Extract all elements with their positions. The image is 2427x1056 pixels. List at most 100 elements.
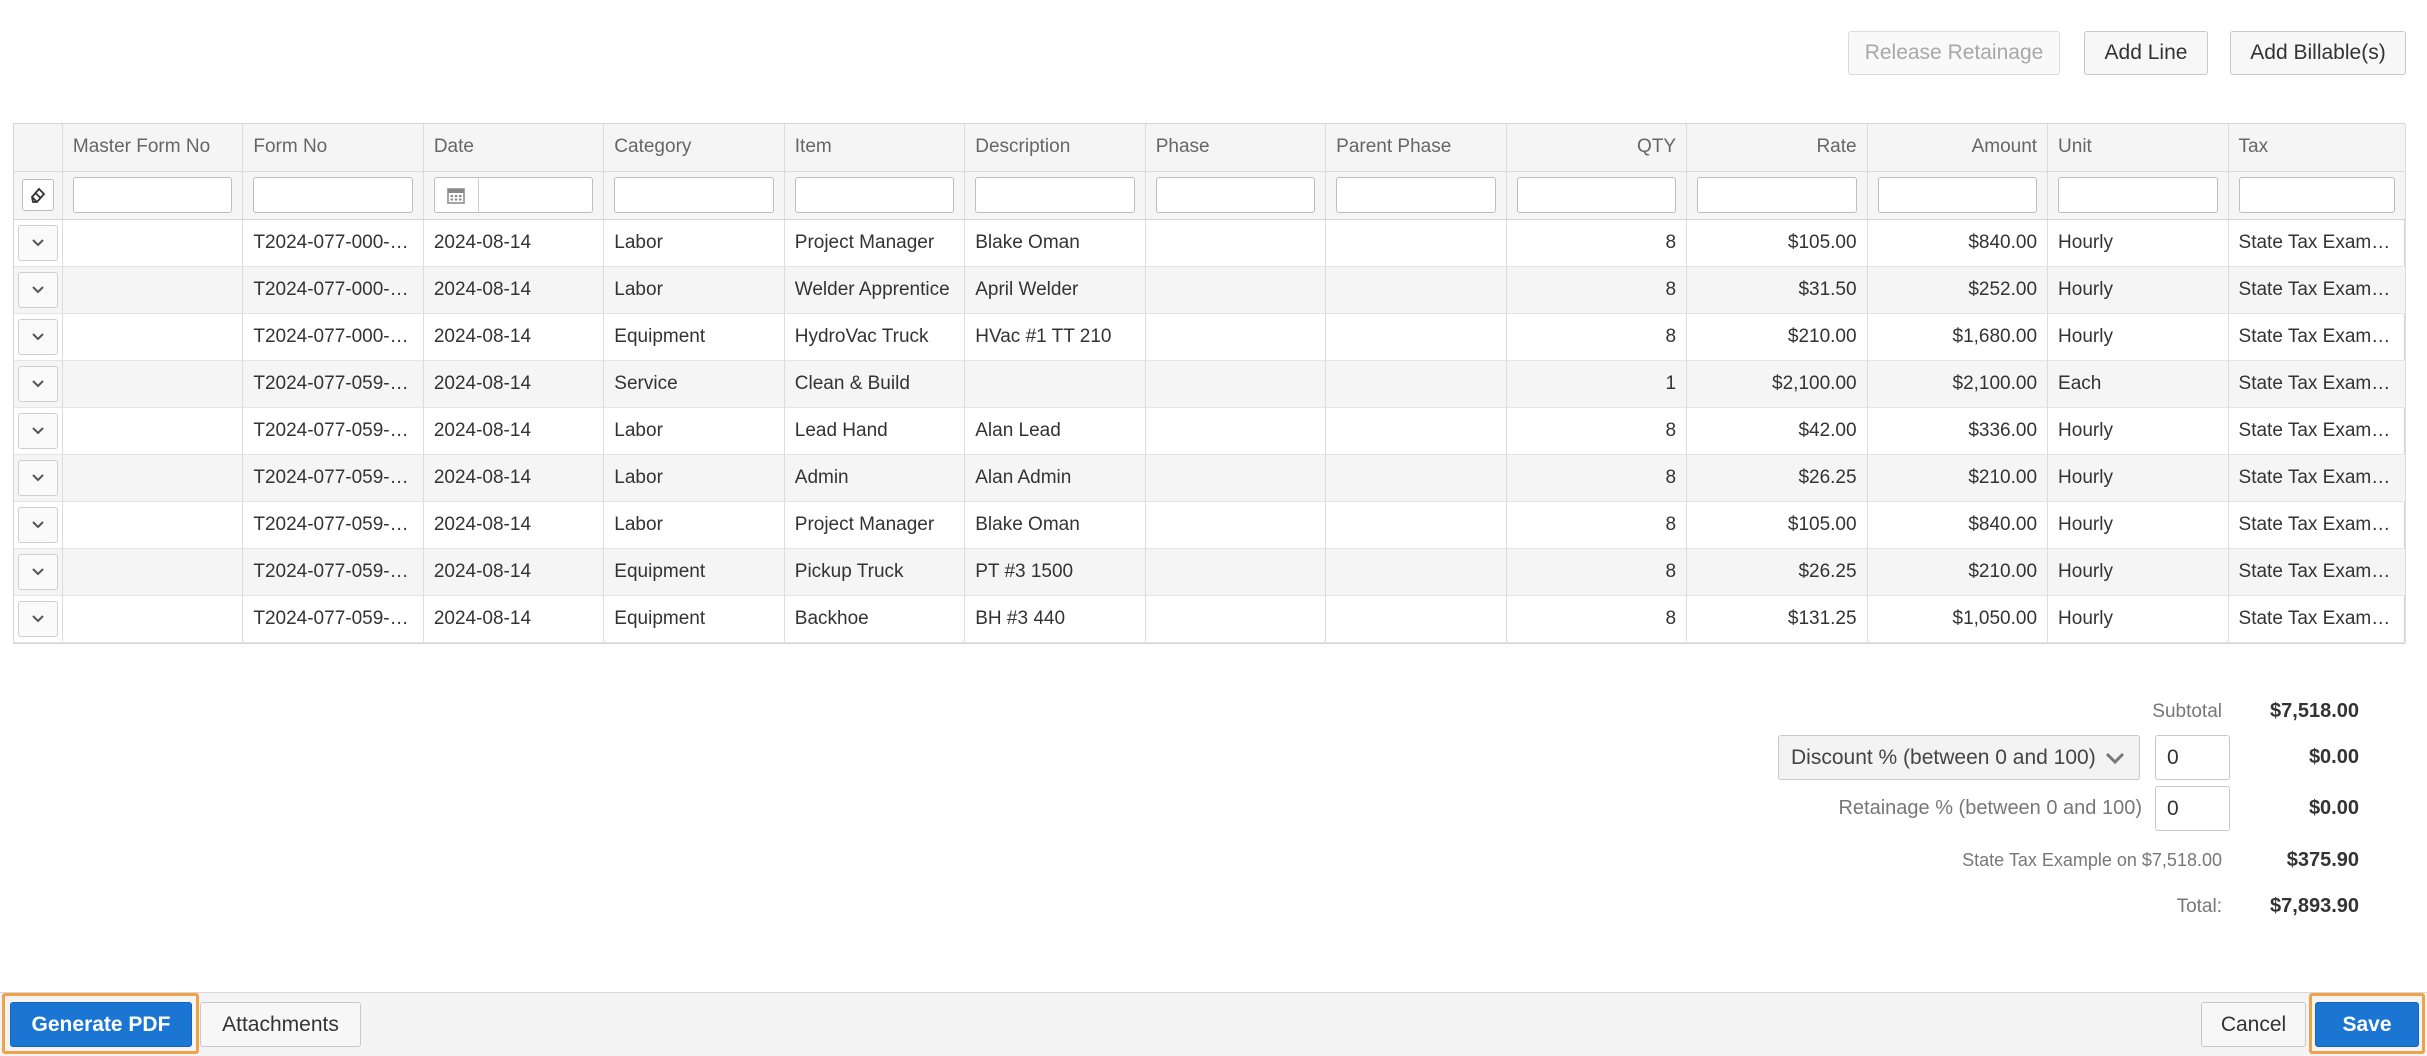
cell-category[interactable]: Equipment	[603, 595, 785, 643]
cell-unit[interactable]: Hourly	[2047, 454, 2229, 502]
cell-item[interactable]: Project Manager	[784, 501, 966, 549]
cell-description[interactable]: PT #3 1500	[964, 548, 1146, 596]
cell-parent-phase[interactable]	[1325, 595, 1507, 643]
cell-amount[interactable]: $840.00	[1867, 501, 2049, 549]
column-header-phase[interactable]: Phase	[1145, 124, 1327, 172]
cell-tax[interactable]: State Tax Example	[2228, 595, 2407, 643]
cell-item[interactable]: Admin	[784, 454, 966, 502]
cell-date[interactable]: 2024-08-14	[423, 407, 605, 455]
cell-unit[interactable]: Hourly	[2047, 548, 2229, 596]
clear-filters-button[interactable]	[21, 179, 54, 211]
save-button[interactable]: Save	[2315, 1002, 2419, 1047]
table-row[interactable]: T2024-077-059-002 2024-08-14 Labor Admin Ala…	[14, 454, 2407, 502]
generate-pdf-button[interactable]: Generate PDF	[10, 1002, 192, 1047]
column-header-form-no[interactable]: Form No	[242, 124, 424, 172]
cell-form-no[interactable]: T2024-077-059-002	[242, 501, 424, 549]
cell-parent-phase[interactable]	[1325, 548, 1507, 596]
cell-description[interactable]: Blake Oman	[964, 501, 1146, 549]
cell-phase[interactable]	[1145, 407, 1327, 455]
filter-parent-phase-input[interactable]	[1336, 177, 1496, 213]
cell-category[interactable]: Labor	[603, 219, 785, 267]
cell-item[interactable]: HydroVac Truck	[784, 313, 966, 361]
cell-phase[interactable]	[1145, 360, 1327, 408]
cell-amount[interactable]: $840.00	[1867, 219, 2049, 267]
cell-parent-phase[interactable]	[1325, 407, 1507, 455]
cell-parent-phase[interactable]	[1325, 219, 1507, 267]
cell-master-form-no[interactable]	[62, 595, 244, 643]
cell-rate[interactable]: $105.00	[1686, 501, 1868, 549]
cell-tax[interactable]: State Tax Example	[2228, 219, 2407, 267]
cell-rate[interactable]: $31.50	[1686, 266, 1868, 314]
cell-date[interactable]: 2024-08-14	[423, 501, 605, 549]
cell-item[interactable]: Welder Apprentice	[784, 266, 966, 314]
cell-item[interactable]: Project Manager	[784, 219, 966, 267]
row-expand-button[interactable]	[17, 224, 58, 261]
cell-master-form-no[interactable]	[62, 501, 244, 549]
column-header-date[interactable]: Date	[423, 124, 605, 172]
filter-item-input[interactable]	[794, 177, 955, 213]
cell-form-no[interactable]: T2024-077-059-002	[242, 548, 424, 596]
cell-category[interactable]: Labor	[603, 454, 785, 502]
cell-phase[interactable]	[1145, 266, 1327, 314]
row-expand-button[interactable]	[17, 271, 58, 308]
table-row[interactable]: T2024-077-000-001 2024-08-14 Labor Project …	[14, 219, 2407, 267]
attachments-button[interactable]: Attachments	[200, 1002, 361, 1047]
cell-phase[interactable]	[1145, 501, 1327, 549]
cell-unit[interactable]: Hourly	[2047, 219, 2229, 267]
cell-qty[interactable]: 8	[1506, 501, 1688, 549]
column-header-qty[interactable]: QTY	[1506, 124, 1688, 172]
cell-parent-phase[interactable]	[1325, 501, 1507, 549]
cell-parent-phase[interactable]	[1325, 313, 1507, 361]
cell-master-form-no[interactable]	[62, 219, 244, 267]
cell-amount[interactable]: $1,050.00	[1867, 595, 2049, 643]
row-expand-button[interactable]	[17, 506, 58, 543]
cell-category[interactable]: Labor	[603, 266, 785, 314]
cell-unit[interactable]: Hourly	[2047, 501, 2229, 549]
column-header-item[interactable]: Item	[784, 124, 966, 172]
cell-tax[interactable]: State Tax Example	[2228, 407, 2407, 455]
cell-form-no[interactable]: T2024-077-000-001	[242, 266, 424, 314]
cell-date[interactable]: 2024-08-14	[423, 595, 605, 643]
cell-rate[interactable]: $131.25	[1686, 595, 1868, 643]
column-header-tax[interactable]: Tax	[2228, 124, 2407, 172]
cell-category[interactable]: Service	[603, 360, 785, 408]
cell-qty[interactable]: 8	[1506, 407, 1688, 455]
cell-form-no[interactable]: T2024-077-059-002	[242, 407, 424, 455]
calendar-icon[interactable]	[435, 178, 479, 212]
cell-master-form-no[interactable]	[62, 313, 244, 361]
cell-item[interactable]: Backhoe	[784, 595, 966, 643]
cell-description[interactable]: Blake Oman	[964, 219, 1146, 267]
cell-qty[interactable]: 8	[1506, 313, 1688, 361]
cell-tax[interactable]: State Tax Example	[2228, 360, 2407, 408]
column-header-master-form-no[interactable]: Master Form No	[62, 124, 244, 172]
cell-date[interactable]: 2024-08-14	[423, 454, 605, 502]
cancel-button[interactable]: Cancel	[2201, 1002, 2306, 1047]
add-billables-button[interactable]: Add Billable(s)	[2230, 31, 2406, 75]
cell-phase[interactable]	[1145, 219, 1327, 267]
table-row[interactable]: T2024-077-000-001 2024-08-14 Labor Welder A…	[14, 266, 2407, 314]
filter-tax-input[interactable]	[2238, 177, 2395, 213]
row-expand-button[interactable]	[17, 318, 58, 355]
cell-unit[interactable]: Hourly	[2047, 407, 2229, 455]
filter-master-form-no-input[interactable]	[72, 177, 233, 213]
column-header-unit[interactable]: Unit	[2047, 124, 2229, 172]
cell-master-form-no[interactable]	[62, 407, 244, 455]
cell-form-no[interactable]: T2024-077-000-001	[242, 219, 424, 267]
cell-date[interactable]: 2024-08-14	[423, 548, 605, 596]
row-expand-button[interactable]	[17, 553, 58, 590]
cell-amount[interactable]: $2,100.00	[1867, 360, 2049, 408]
row-expand-button[interactable]	[17, 365, 58, 402]
cell-category[interactable]: Labor	[603, 501, 785, 549]
filter-qty-input[interactable]	[1516, 177, 1677, 213]
filter-description-input[interactable]	[975, 177, 1135, 213]
cell-category[interactable]: Labor	[603, 407, 785, 455]
cell-qty[interactable]: 8	[1506, 595, 1688, 643]
cell-rate[interactable]: $2,100.00	[1686, 360, 1868, 408]
cell-parent-phase[interactable]	[1325, 454, 1507, 502]
cell-phase[interactable]	[1145, 595, 1327, 643]
cell-master-form-no[interactable]	[62, 454, 244, 502]
cell-master-form-no[interactable]	[62, 266, 244, 314]
cell-amount[interactable]: $210.00	[1867, 548, 2049, 596]
table-row[interactable]: T2024-077-059-002 2024-08-14 Equipment Back…	[14, 595, 2407, 643]
column-header-amount[interactable]: Amount	[1867, 124, 2049, 172]
